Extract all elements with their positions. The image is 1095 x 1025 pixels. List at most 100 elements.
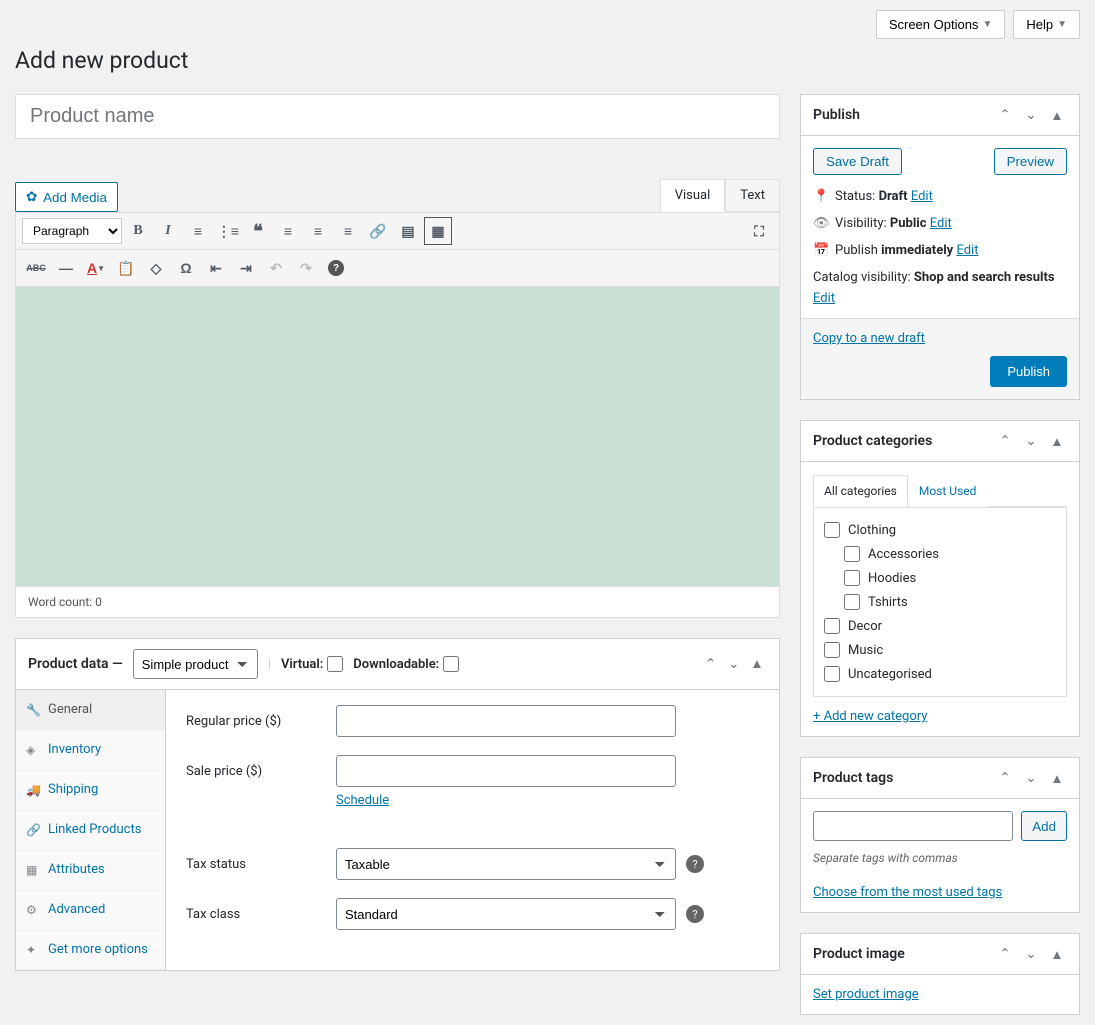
- tags-input[interactable]: [813, 811, 1013, 841]
- outdent-button[interactable]: ⇤: [202, 254, 230, 282]
- collapse-button[interactable]: ▲: [1047, 105, 1067, 125]
- collapse-button[interactable]: ▲: [1047, 768, 1067, 788]
- help-button[interactable]: Help ▼: [1013, 10, 1080, 39]
- move-down-button[interactable]: ⌄: [1021, 105, 1041, 125]
- sale-price-input[interactable]: [336, 755, 676, 787]
- copy-draft-link[interactable]: Copy to a new draft: [813, 331, 925, 346]
- editor-canvas[interactable]: [15, 287, 780, 587]
- cat-decor-label: Decor: [848, 619, 882, 634]
- undo-button[interactable]: ↶: [262, 254, 290, 282]
- tab-text[interactable]: Text: [725, 179, 780, 212]
- tab-visual[interactable]: Visual: [660, 179, 726, 212]
- move-up-button[interactable]: ⌃: [995, 431, 1015, 451]
- link-button[interactable]: 🔗: [364, 217, 392, 245]
- readmore-button[interactable]: ▤: [394, 217, 422, 245]
- tax-class-select[interactable]: Standard: [336, 898, 676, 930]
- tab-inventory[interactable]: ◈Inventory: [16, 730, 165, 770]
- cat-tshirts-checkbox[interactable]: [844, 594, 860, 610]
- align-left-button[interactable]: ≡: [274, 217, 302, 245]
- tab-shipping[interactable]: 🚚Shipping: [16, 770, 165, 810]
- tax-status-select[interactable]: Taxable: [336, 848, 676, 880]
- add-category-link[interactable]: + Add new category: [813, 709, 927, 724]
- cat-clothing-label: Clothing: [848, 523, 896, 538]
- align-right-button[interactable]: ≡: [334, 217, 362, 245]
- collapse-button[interactable]: ▲: [1047, 944, 1067, 964]
- cat-accessories-label: Accessories: [868, 547, 939, 562]
- virtual-checkbox[interactable]: [327, 656, 343, 672]
- align-center-button[interactable]: ≡: [304, 217, 332, 245]
- cat-hoodies-checkbox[interactable]: [844, 570, 860, 586]
- downloadable-checkbox[interactable]: [443, 656, 459, 672]
- tab-all-categories[interactable]: All categories: [813, 475, 908, 507]
- chevron-down-icon: ▼: [1057, 19, 1067, 30]
- toolbar-toggle-button[interactable]: ▦: [424, 217, 452, 245]
- add-tag-button[interactable]: Add: [1021, 811, 1067, 841]
- move-up-button[interactable]: ⌃: [995, 105, 1015, 125]
- edit-status-link[interactable]: Edit: [911, 189, 933, 204]
- tab-more[interactable]: ✦Get more options: [16, 930, 165, 970]
- text-color-button[interactable]: A ▼: [82, 254, 110, 282]
- bold-button[interactable]: B: [124, 217, 152, 245]
- status-value: Draft: [879, 189, 908, 204]
- product-name-input[interactable]: [15, 94, 780, 139]
- tab-linked[interactable]: 🔗Linked Products: [16, 810, 165, 850]
- indent-button[interactable]: ⇥: [232, 254, 260, 282]
- cat-hoodies-label: Hoodies: [868, 571, 916, 586]
- help-icon[interactable]: ?: [686, 855, 704, 873]
- paragraph-select[interactable]: Paragraph: [22, 218, 122, 244]
- cat-clothing-checkbox[interactable]: [824, 522, 840, 538]
- preview-button[interactable]: Preview: [994, 148, 1067, 175]
- tab-attributes[interactable]: ▦Attributes: [16, 850, 165, 890]
- italic-button[interactable]: I: [154, 217, 182, 245]
- downloadable-label[interactable]: Downloadable:: [353, 656, 459, 672]
- publish-label: Publish: [835, 243, 878, 258]
- move-up-button[interactable]: ⌃: [701, 654, 721, 674]
- cat-decor-checkbox[interactable]: [824, 618, 840, 634]
- publish-button[interactable]: Publish: [990, 356, 1067, 387]
- move-up-button[interactable]: ⌃: [995, 944, 1015, 964]
- cat-music-checkbox[interactable]: [824, 642, 840, 658]
- redo-button[interactable]: ↷: [292, 254, 320, 282]
- move-down-button[interactable]: ⌄: [724, 654, 744, 674]
- cat-accessories-checkbox[interactable]: [844, 546, 860, 562]
- tab-advanced[interactable]: ⚙Advanced: [16, 890, 165, 930]
- move-down-button[interactable]: ⌄: [1021, 768, 1041, 788]
- save-draft-button[interactable]: Save Draft: [813, 148, 902, 175]
- collapse-button[interactable]: ▲: [1047, 431, 1067, 451]
- categories-title: Product categories: [813, 433, 995, 449]
- move-up-button[interactable]: ⌃: [995, 768, 1015, 788]
- set-image-link[interactable]: Set product image: [813, 987, 919, 1002]
- move-down-button[interactable]: ⌄: [1021, 944, 1041, 964]
- fullscreen-button[interactable]: ⛶: [745, 217, 773, 245]
- edit-catalog-link[interactable]: Edit: [813, 291, 835, 306]
- tab-most-used[interactable]: Most Used: [908, 475, 988, 507]
- tags-title: Product tags: [813, 770, 995, 786]
- move-down-button[interactable]: ⌄: [1021, 431, 1041, 451]
- special-char-button[interactable]: Ω: [172, 254, 200, 282]
- schedule-link[interactable]: Schedule: [336, 793, 389, 808]
- cat-uncat-checkbox[interactable]: [824, 666, 840, 682]
- regular-price-input[interactable]: [336, 705, 676, 737]
- virtual-label[interactable]: Virtual:: [281, 656, 343, 672]
- calendar-icon: 📅: [813, 243, 827, 258]
- screen-options-button[interactable]: Screen Options ▼: [876, 10, 1006, 39]
- tab-general[interactable]: 🔧General: [16, 690, 165, 730]
- product-type-select[interactable]: Simple product: [133, 649, 258, 679]
- number-list-button[interactable]: ⋮≡: [214, 217, 242, 245]
- product-data-title: Product data —: [28, 656, 123, 672]
- edit-publish-link[interactable]: Edit: [956, 243, 978, 258]
- paste-button[interactable]: 📋: [112, 254, 140, 282]
- help-icon-button[interactable]: ?: [322, 254, 350, 282]
- clear-format-button[interactable]: ◇: [142, 254, 170, 282]
- bullet-list-button[interactable]: ≡: [184, 217, 212, 245]
- add-media-label: Add Media: [43, 190, 107, 205]
- help-icon[interactable]: ?: [686, 905, 704, 923]
- add-media-button[interactable]: ✿ Add Media: [15, 182, 118, 212]
- hr-button[interactable]: —: [52, 254, 80, 282]
- choose-tags-link[interactable]: Choose from the most used tags: [813, 885, 1002, 900]
- collapse-button[interactable]: ▲: [747, 654, 767, 674]
- blockquote-button[interactable]: ❝: [244, 217, 272, 245]
- strikethrough-button[interactable]: ABC: [22, 254, 50, 282]
- visibility-value: Public: [890, 216, 927, 231]
- edit-visibility-link[interactable]: Edit: [930, 216, 952, 231]
